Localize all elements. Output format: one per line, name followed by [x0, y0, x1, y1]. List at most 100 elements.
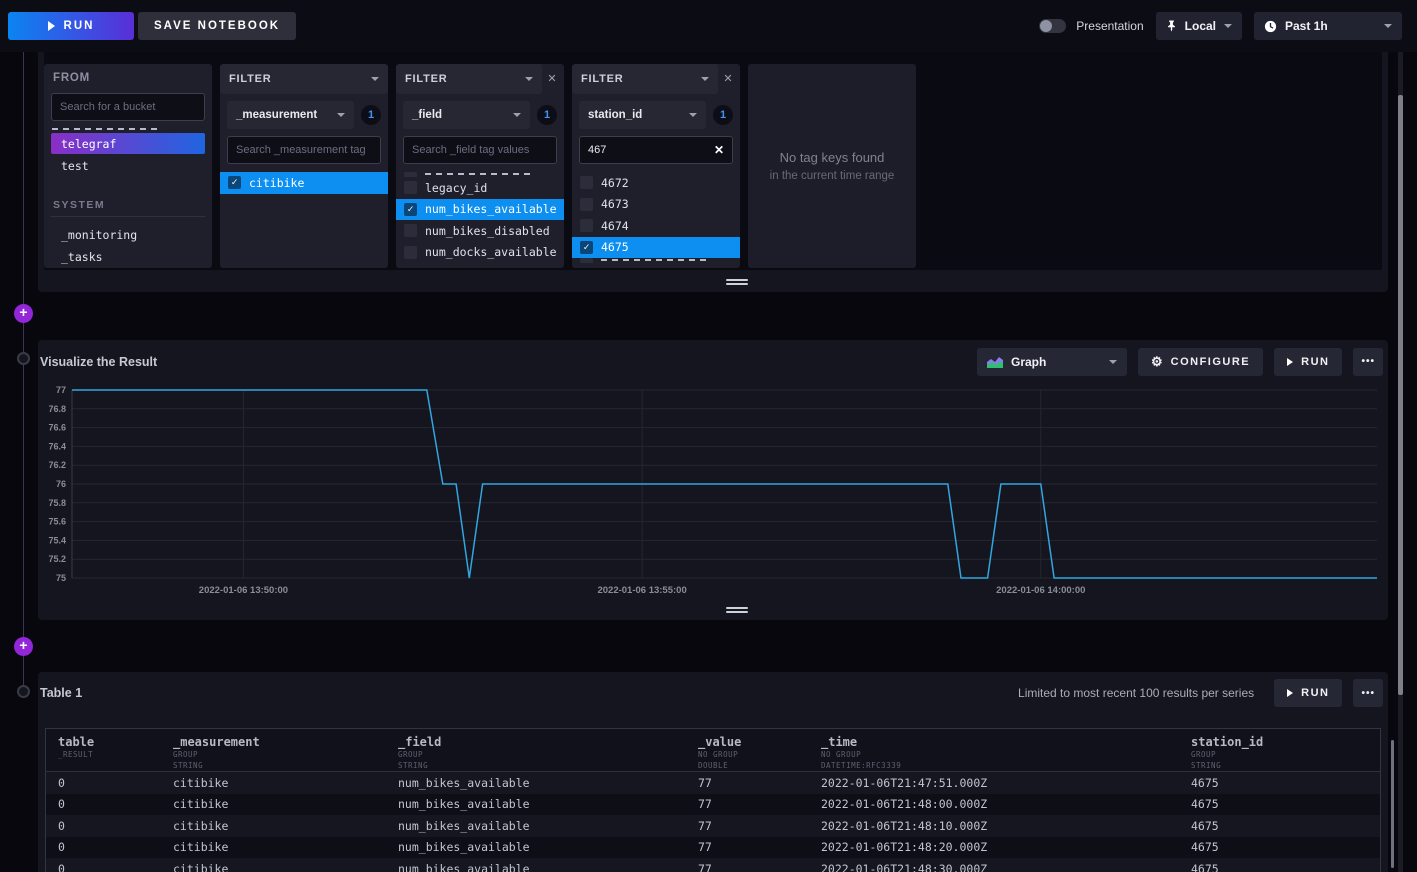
chevron-down-icon	[337, 113, 345, 117]
checkbox[interactable]	[404, 224, 417, 237]
run-notebook-label: RUN	[64, 20, 95, 32]
cell-bullet[interactable]	[17, 352, 30, 365]
table-row: 0citibikenum_bikes_available772022-01-06…	[46, 815, 1380, 837]
run-cell-button[interactable]: RUN	[1274, 679, 1342, 707]
checkbox[interactable]	[404, 181, 417, 194]
column-header-table: table_RESULT	[58, 735, 173, 760]
from-bucket-panel: FROM telegraftest SYSTEM _monitoring_tas…	[44, 64, 212, 268]
table-value-cell: 4675	[1191, 819, 1380, 833]
line-chart[interactable]: 7776.876.676.476.27675.875.675.475.27520…	[45, 382, 1381, 602]
tag-value-label: 4675	[601, 240, 629, 254]
ellipsis-icon: •••	[1361, 356, 1375, 367]
table-value-cell: num_bikes_available	[398, 862, 698, 872]
close-icon[interactable]: ✕	[544, 72, 560, 85]
table-value-cell: 2022-01-06T21:48:00.000Z	[821, 797, 1191, 811]
tag-value-item-num_bikes_disabled[interactable]: num_bikes_disabled	[396, 220, 564, 242]
table-value-cell: citibike	[173, 840, 398, 854]
bucket-item-_monitoring[interactable]: _monitoring	[51, 224, 205, 245]
table-row: 0citibikenum_bikes_available772022-01-06…	[46, 858, 1380, 872]
graph-icon	[987, 356, 1003, 368]
save-notebook-button[interactable]: SAVE NOTEBOOK	[138, 12, 296, 40]
tag-key-dropdown[interactable]: _field	[403, 101, 530, 129]
tag-value-label: legacy_id	[425, 181, 487, 195]
tag-value-item-4675[interactable]: ✓ 4675	[572, 237, 740, 259]
filter-type-dropdown[interactable]: FILTER	[572, 64, 718, 94]
close-icon[interactable]: ✕	[720, 72, 736, 85]
table-value-cell: num_bikes_available	[398, 797, 698, 811]
filter-type-dropdown[interactable]: FILTER	[220, 64, 388, 94]
configure-button[interactable]: ⚙ CONFIGURE	[1138, 348, 1263, 376]
checkbox[interactable]	[580, 176, 593, 189]
bucket-search-input[interactable]	[60, 101, 196, 113]
graph-type-label: Graph	[1011, 355, 1046, 369]
timezone-scope-dropdown[interactable]: Local	[1156, 12, 1242, 40]
svg-text:2022-01-06 13:50:00: 2022-01-06 13:50:00	[199, 585, 288, 596]
svg-text:76: 76	[56, 479, 66, 489]
empty-tag-panel: No tag keys found in the current time ra…	[748, 64, 916, 268]
svg-text:76.8: 76.8	[48, 404, 66, 414]
checkbox[interactable]	[580, 198, 593, 211]
play-icon	[1287, 689, 1293, 697]
measurement-search-input[interactable]	[236, 144, 372, 156]
tag-value-label: num_bikes_available	[425, 202, 557, 216]
cell-options-button[interactable]: •••	[1353, 679, 1383, 707]
filter-type-dropdown[interactable]: FILTER	[396, 64, 542, 94]
tag-value-label: 4672	[601, 176, 629, 190]
results-table: table_RESULT_measurementGROUPSTRING_fiel…	[45, 728, 1381, 872]
time-range-dropdown[interactable]: Past 1h	[1254, 12, 1402, 40]
table-value-cell: 2022-01-06T21:47:51.000Z	[821, 776, 1191, 790]
tag-key-dropdown[interactable]: station_id	[579, 101, 706, 129]
table-value-cell: citibike	[173, 862, 398, 872]
tag-value-item-num_bikes_available[interactable]: ✓ num_bikes_available	[396, 199, 564, 221]
table-scrollbar[interactable]	[1391, 740, 1394, 868]
tag-value-list: legacy_id ✓ num_bikes_available num_bikes_d…	[396, 172, 564, 268]
bucket-item-test[interactable]: test	[51, 155, 205, 176]
tag-key-dropdown[interactable]: _measurement	[227, 101, 354, 129]
cell-resize-handle[interactable]	[726, 607, 748, 615]
tag-value-label: 4673	[601, 197, 629, 211]
run-cell-button[interactable]: RUN	[1274, 348, 1342, 376]
bucket-item-telegraf[interactable]: telegraf	[51, 133, 205, 154]
tag-value-item-legacy_id[interactable]: legacy_id	[396, 177, 564, 199]
table-value-cell: 77	[698, 776, 821, 790]
cell-bullet[interactable]	[17, 685, 30, 698]
run-notebook-button[interactable]: RUN	[8, 12, 134, 40]
station-search-input[interactable]	[588, 144, 714, 156]
checkbox[interactable]	[404, 246, 417, 259]
clear-search-icon[interactable]: ✕	[714, 143, 724, 157]
table-header-row: table_RESULT_measurementGROUPSTRING_fiel…	[46, 729, 1380, 772]
tag-value-label: citibike	[249, 176, 304, 190]
chevron-down-icon	[1109, 360, 1117, 364]
cell-options-button[interactable]: •••	[1353, 348, 1383, 376]
graph-type-dropdown[interactable]: Graph	[977, 348, 1127, 376]
chevron-down-icon	[689, 113, 697, 117]
table-value-cell: 0	[58, 797, 173, 811]
bucket-item-_tasks[interactable]: _tasks	[51, 246, 205, 267]
tag-value-label: 4674	[601, 219, 629, 233]
checkbox[interactable]: ✓	[580, 241, 593, 254]
field-search-input[interactable]	[412, 144, 548, 156]
table-value-cell: num_bikes_available	[398, 840, 698, 854]
notebook-rail	[23, 52, 24, 692]
add-cell-button[interactable]: +	[14, 637, 33, 656]
tag-value-item-4674[interactable]: 4674	[572, 215, 740, 237]
tag-value-item-num_docks_available[interactable]: num_docks_available	[396, 242, 564, 264]
limit-note: Limited to most recent 100 results per s…	[1018, 686, 1254, 700]
add-cell-button[interactable]: +	[14, 304, 33, 323]
tag-value-item-4672[interactable]: 4672	[572, 172, 740, 194]
presentation-toggle[interactable]	[1039, 19, 1066, 33]
checkbox[interactable]	[580, 219, 593, 232]
filter-panel-measurement: FILTER _measurement 1 ✓citibike	[220, 64, 388, 268]
tag-value-label: num_bikes_disabled	[425, 224, 550, 238]
tag-value-item-citibike[interactable]: ✓ citibike	[220, 172, 388, 194]
column-header-station_id: station_idGROUPSTRING	[1191, 735, 1380, 770]
svg-text:75: 75	[56, 573, 66, 583]
table-value-cell: 4675	[1191, 776, 1380, 790]
chevron-down-icon	[701, 77, 709, 81]
tag-value-item-4673[interactable]: 4673	[572, 194, 740, 216]
page-scrollbar-thumb[interactable]	[1398, 95, 1403, 695]
table-row: 0citibikenum_bikes_available772022-01-06…	[46, 837, 1380, 859]
checkbox[interactable]: ✓	[228, 176, 241, 189]
cell-resize-handle[interactable]	[726, 279, 748, 287]
checkbox[interactable]: ✓	[404, 203, 417, 216]
